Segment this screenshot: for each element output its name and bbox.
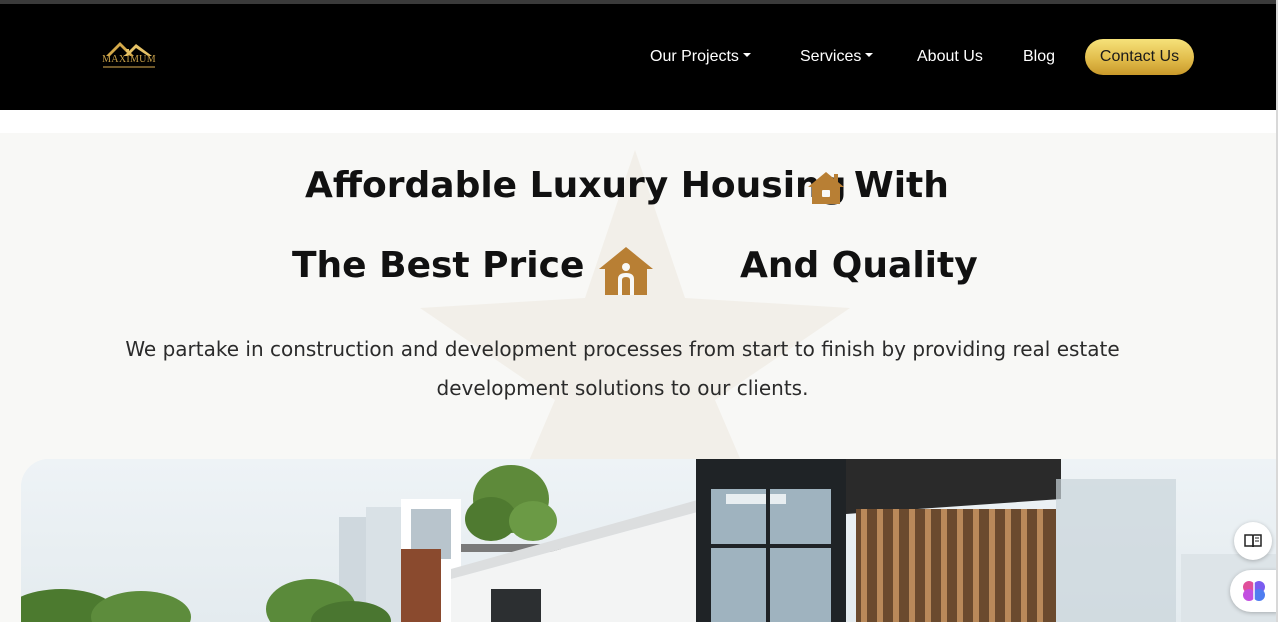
house-illustration (21, 459, 1276, 622)
hero-title-part2: With (854, 165, 949, 206)
contact-us-button[interactable]: Contact Us (1085, 39, 1194, 75)
hero-title-line2: The Best Price (292, 244, 584, 288)
hero-title-part4: And Quality (740, 245, 978, 286)
hero-description: We partake in construction and developme… (125, 337, 1120, 400)
nav-our-projects[interactable]: Our Projects (650, 39, 751, 75)
ai-assistant-button[interactable] (1230, 570, 1278, 612)
nav-our-projects-label: Our Projects (650, 48, 739, 65)
logo-text: MAXIMUM (102, 54, 156, 65)
hero-title-part3: The Best Price (292, 245, 585, 286)
nav-blog[interactable]: Blog (1023, 39, 1055, 75)
house-person-icon (599, 247, 653, 295)
reader-mode-button[interactable] (1234, 522, 1272, 560)
chevron-down-icon (742, 52, 751, 57)
nav-services-label: Services (800, 48, 862, 65)
logo-underline (103, 66, 155, 68)
nav-about-us[interactable]: About Us (917, 39, 983, 75)
nav-services[interactable]: Services (800, 39, 874, 75)
brain-icon (1243, 581, 1265, 601)
chevron-down-icon (865, 52, 874, 57)
site-logo[interactable]: MAXIMUM (100, 36, 158, 76)
nav-about-us-label: About Us (917, 48, 983, 65)
hero-title-line1: Affordable Luxury Housing (305, 164, 846, 208)
house-icon (808, 172, 844, 204)
hero-title-part1: Affordable Luxury Housing (305, 165, 847, 206)
hero-title-line1-end: With (854, 164, 949, 208)
nav-blog-label: Blog (1023, 48, 1056, 65)
modern-house-photo (21, 459, 1276, 622)
book-icon (1244, 534, 1262, 548)
hero-title-line2-end: And Quality (740, 244, 978, 288)
